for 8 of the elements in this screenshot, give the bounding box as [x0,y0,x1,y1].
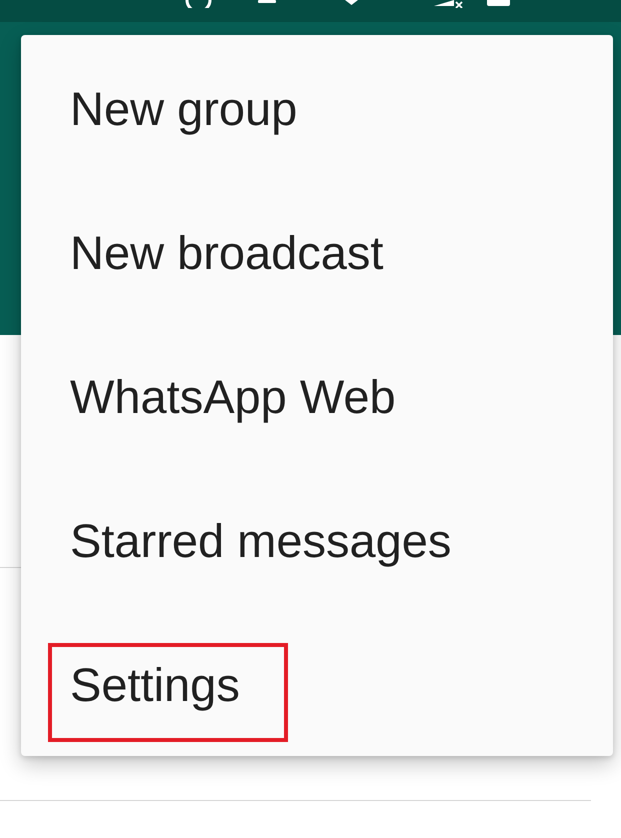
menu-item[interactable]: Starred messages [48,499,500,598]
wifi-icon [345,0,358,5]
menu-item[interactable]: New group [48,67,346,166]
menu-item[interactable]: New broadcast [48,211,432,310]
menu-item[interactable]: WhatsApp Web [48,355,444,454]
battery-icon [487,0,510,6]
ring-icon [185,0,212,8]
menu-item[interactable]: Settings [48,643,288,742]
